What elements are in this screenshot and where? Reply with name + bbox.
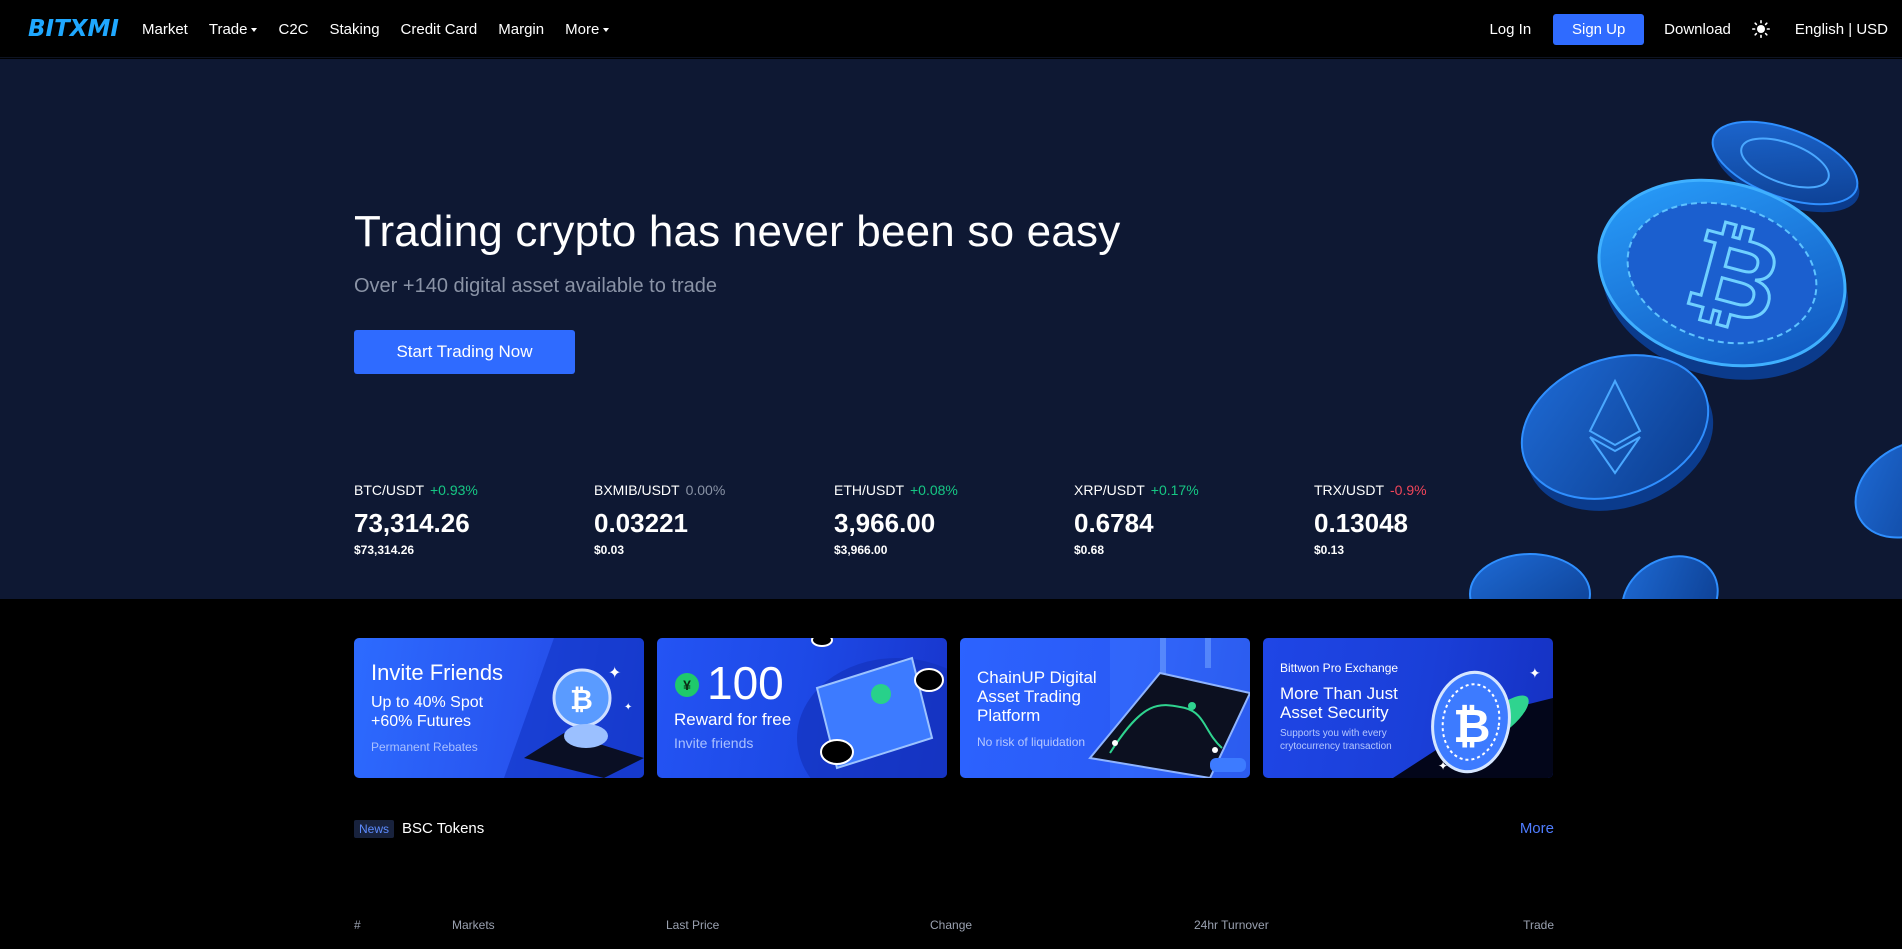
nav-trade-label: Trade (208, 20, 248, 38)
yen-coin-icon: ¥ (675, 673, 699, 697)
bittwon-note1: Supports you with every (1280, 728, 1387, 739)
ticker-change: +0.93% (430, 482, 478, 498)
news-tag: News (354, 820, 395, 838)
reward-banner[interactable]: ¥ 100 Reward for free Invite friends (657, 638, 947, 778)
currency-symbol: ¥ (683, 677, 691, 693)
svg-text:✦: ✦ (608, 665, 621, 682)
signup-button[interactable]: Sign Up (1553, 13, 1645, 45)
reward-amount: 100 (707, 657, 784, 709)
ticker-btc[interactable]: BTC/USDT +0.93% 73,314.26 $73,314.26 (354, 482, 574, 557)
ticker-pair: BTC/USDT (354, 482, 424, 498)
ticker-usd: $0.68 (1074, 543, 1105, 557)
svg-text:✦: ✦ (1438, 759, 1448, 773)
news-title[interactable]: BSC Tokens (402, 820, 484, 837)
hero-coins-illustration: ₿ (1440, 59, 1902, 599)
invite-line1: Up to 40% Spot (371, 694, 484, 711)
chevron-down-icon (251, 28, 258, 32)
col-index: # (354, 918, 361, 932)
svg-text:✦: ✦ (1529, 665, 1541, 681)
news-more-link[interactable]: More (1520, 820, 1554, 837)
nav-staking-label: Staking (329, 20, 380, 38)
nav-margin[interactable]: Margin (498, 21, 544, 38)
svg-text:✦: ✦ (624, 702, 632, 713)
brand-logo[interactable]: BITXMI (28, 16, 119, 42)
chainup-line1: ChainUP Digital (977, 668, 1097, 687)
hero-section: Trading crypto has never been so easy Ov… (0, 59, 1902, 599)
nav-more[interactable]: More (565, 20, 610, 38)
nav-market[interactable]: Market (142, 21, 188, 38)
nav-market-label: Market (142, 20, 188, 38)
theme-sun-icon[interactable] (1751, 19, 1771, 39)
bittwon-banner[interactable]: ₿ ✦ ✦ Bittwon Pro Exchange More Than Jus… (1263, 638, 1553, 778)
ticker-price: 0.03221 (594, 508, 688, 538)
svg-text:₿: ₿ (570, 683, 593, 716)
nav-more-label: More (565, 20, 600, 38)
nav-right: Log In Sign Up Download English | USD (1489, 0, 1888, 58)
ticker-pair: TRX/USDT (1314, 482, 1384, 498)
ticker-xrp[interactable]: XRP/USDT +0.17% 0.6784 $0.68 (1074, 482, 1294, 557)
chainup-line3: Platform (977, 706, 1041, 725)
reward-line1: Reward for free (674, 710, 792, 729)
ticker-price: 0.6784 (1074, 508, 1154, 538)
promo-banners: ₿ ✦ ✦ Invite Friends Up to 40% Spot +60%… (354, 638, 1554, 778)
invite-note: Permanent Rebates (371, 740, 478, 754)
bittwon-top: Bittwon Pro Exchange (1280, 661, 1399, 675)
ticker-change: 0.00% (685, 482, 726, 498)
nav-credit-card[interactable]: Credit Card (401, 21, 478, 38)
ticker-usd: $0.03 (594, 543, 625, 557)
ticker-price: 3,966.00 (834, 508, 936, 538)
download-link[interactable]: Download (1664, 21, 1731, 38)
col-last-price[interactable]: Last Price (666, 918, 719, 932)
ticker-pair: ETH/USDT (834, 482, 904, 498)
hero-title: Trading crypto has never been so easy (354, 207, 1121, 256)
ticker-change: -0.9% (1390, 482, 1427, 498)
market-table-header: # Markets Last Price Change 24hr Turnove… (354, 918, 1554, 934)
ticker-bxmib[interactable]: BXMIB/USDT 0.00% 0.03221 $0.03 (594, 482, 814, 557)
nav-c2c[interactable]: C2C (278, 21, 308, 38)
nav-credit-card-label: Credit Card (400, 20, 478, 38)
bittwon-note2: crytocurrency transaction (1280, 741, 1392, 752)
ticker-usd: $73,314.26 (354, 543, 415, 557)
news-row: News BSC Tokens More (354, 818, 1554, 840)
chainup-line2: Asset Trading (977, 687, 1081, 706)
chainup-note: No risk of liquidation (977, 735, 1086, 749)
login-link[interactable]: Log In (1489, 21, 1531, 38)
top-nav: BITXMI Market Trade C2C Staking Credit C… (0, 0, 1902, 58)
ticker-usd: $3,966.00 (834, 543, 888, 557)
ticker-pair: BXMIB/USDT (594, 482, 680, 498)
chainup-banner[interactable]: ChainUP Digital Asset Trading Platform N… (960, 638, 1250, 778)
nav-trade[interactable]: Trade (209, 21, 258, 38)
hero-subtitle: Over +140 digital asset available to tra… (354, 275, 717, 297)
ticker-change: +0.08% (910, 482, 958, 498)
ticker-price: 73,314.26 (354, 508, 470, 538)
bittwon-line1: More Than Just (1280, 684, 1398, 703)
nav-links: Market Trade C2C Staking Credit Card Mar… (142, 0, 630, 58)
invite-friends-banner[interactable]: ₿ ✦ ✦ Invite Friends Up to 40% Spot +60%… (354, 638, 644, 778)
svg-text:₿: ₿ (1453, 699, 1491, 753)
logo-text: BITXMI (28, 16, 119, 42)
invite-line2: +60% Futures (371, 713, 472, 730)
chevron-down-icon (603, 28, 610, 32)
nav-c2c-label: C2C (278, 20, 309, 38)
reward-illustration (797, 638, 947, 778)
col-markets[interactable]: Markets (452, 918, 495, 932)
ticker-pair: XRP/USDT (1074, 482, 1145, 498)
nav-staking[interactable]: Staking (330, 21, 380, 38)
bittwon-line2: Asset Security (1280, 703, 1389, 722)
ticker-eth[interactable]: ETH/USDT +0.08% 3,966.00 $3,966.00 (834, 482, 1054, 557)
invite-title: Invite Friends (371, 660, 504, 685)
start-trading-button[interactable]: Start Trading Now (354, 330, 575, 374)
col-trade: Trade (1523, 918, 1554, 932)
language-currency-selector[interactable]: English | USD (1795, 21, 1888, 38)
nav-margin-label: Margin (498, 20, 545, 38)
ticker-change: +0.17% (1150, 482, 1199, 498)
col-change[interactable]: Change (930, 918, 972, 932)
col-turnover[interactable]: 24hr Turnover (1194, 918, 1269, 932)
reward-note: Invite friends (674, 735, 754, 751)
